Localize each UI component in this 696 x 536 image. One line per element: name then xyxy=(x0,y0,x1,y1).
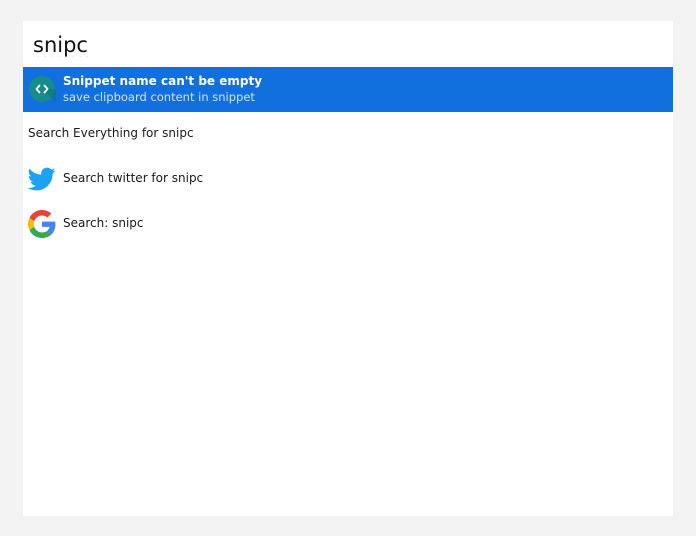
result-item-snippet[interactable]: Snippet name can't be empty save clipboa… xyxy=(23,67,673,112)
launcher-window: Snippet name can't be empty save clipboa… xyxy=(23,21,673,516)
result-title: Search: snipc xyxy=(63,216,144,230)
results-list: Snippet name can't be empty save clipboa… xyxy=(23,67,673,247)
result-item-google[interactable]: Search: snipc xyxy=(23,202,673,247)
search-input[interactable] xyxy=(33,29,653,61)
result-subtitle: save clipboard content in snippet xyxy=(63,90,255,104)
result-title: Snippet name can't be empty xyxy=(63,74,263,88)
twitter-bird-icon xyxy=(27,165,56,193)
result-title: Search Everything for snipc xyxy=(28,126,194,140)
result-item-search-everything[interactable]: Search Everything for snipc xyxy=(23,112,673,157)
search-bar xyxy=(23,21,673,67)
code-snippet-icon xyxy=(28,75,56,103)
result-item-twitter[interactable]: Search twitter for snipc xyxy=(23,157,673,202)
result-title: Search twitter for snipc xyxy=(63,171,204,185)
google-g-icon xyxy=(28,210,56,238)
